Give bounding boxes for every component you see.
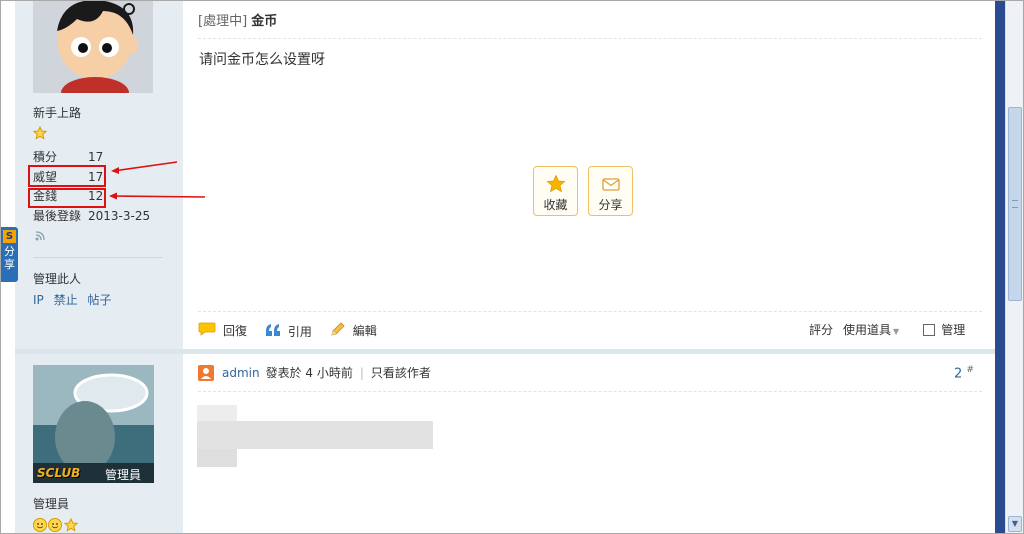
manage-user-label: 管理此人 <box>33 272 82 286</box>
annotation-box-prestige <box>28 165 106 187</box>
forum-thread-page: 新手上路 積分 17 威望 17 金錢 12 最後登錄 2013-3-25 管理此人 I… <box>0 0 1024 534</box>
manage-ip-link[interactable]: IP <box>33 293 44 307</box>
rate-link[interactable]: 評分 <box>809 321 833 338</box>
share-side-tab[interactable]: S 分享 <box>1 227 18 282</box>
redacted-content <box>197 449 237 467</box>
post-body: 请问金币怎么设置呀 <box>199 52 325 68</box>
post-action-bar: 回復 引用 編輯 <box>198 321 391 340</box>
floor-value: 2 <box>954 366 963 382</box>
star-icon <box>534 174 577 194</box>
user-icon <box>198 364 214 381</box>
share-logo-badge: S <box>3 230 16 243</box>
scroll-down-arrow-icon[interactable]: ▼ <box>1008 516 1022 532</box>
author-avatar[interactable] <box>33 1 153 93</box>
redacted-content <box>197 405 237 421</box>
floor-number[interactable]: 2 # <box>954 365 974 381</box>
quote-label: 引用 <box>287 325 312 339</box>
post-right-actions: 評分 使用道具 ▼ 管理 <box>809 321 965 338</box>
manage-user-links: IP 禁止 帖子 <box>33 291 117 308</box>
quote-button[interactable]: 引用 <box>265 323 312 340</box>
post2-header-divider <box>198 391 982 392</box>
reply-button[interactable]: 回復 <box>198 321 247 340</box>
share-tab-label: 分享 <box>4 245 15 271</box>
favorite-button[interactable]: 收藏 <box>533 166 578 216</box>
speech-bubble-icon <box>198 321 216 340</box>
title-divider <box>198 38 982 39</box>
annotation-box-money <box>28 188 106 208</box>
post2-author-link[interactable]: admin <box>222 366 260 380</box>
use-tools-label: 使用道具 <box>843 323 892 337</box>
favorite-label: 收藏 <box>543 198 568 212</box>
manage-posts-link[interactable]: 帖子 <box>87 293 111 307</box>
post2-time: 發表於 4 小時前 <box>265 366 353 380</box>
pencil-icon <box>330 321 346 340</box>
sclub-logo: SCLUB <box>37 466 81 480</box>
sidebar-divider <box>33 257 163 258</box>
separator: | <box>359 365 364 380</box>
vertical-scrollbar[interactable]: ▼ <box>1005 1 1023 533</box>
use-tools-menu[interactable]: 使用道具 ▼ <box>843 321 899 338</box>
manage-ban-link[interactable]: 禁止 <box>54 293 78 307</box>
thread-status-tag[interactable]: [處理中] <box>198 14 247 29</box>
rss-icon[interactable] <box>35 231 45 244</box>
only-author-link[interactable]: 只看該作者 <box>371 364 431 381</box>
scrollbar-thumb[interactable] <box>1008 107 1022 301</box>
post-separator <box>15 349 995 354</box>
stat-last-login: 最後登錄 2013-3-25 <box>33 208 151 223</box>
edit-button[interactable]: 編輯 <box>330 321 377 340</box>
star-icon <box>32 125 48 143</box>
quote-icon <box>265 323 281 340</box>
envelope-icon <box>589 174 632 194</box>
admin-usergroup: 管理員 <box>33 497 70 511</box>
share-label: 分享 <box>598 198 623 212</box>
share-button[interactable]: 分享 <box>588 166 633 216</box>
redacted-content <box>197 421 433 449</box>
post2-header: admin 發表於 4 小時前 | 只看該作者 <box>198 364 431 381</box>
page-border-bar <box>995 1 1005 533</box>
reply-label: 回復 <box>223 324 248 338</box>
manage-checkbox-label: 管理 <box>941 323 966 337</box>
chevron-down-icon: ▼ <box>893 327 900 336</box>
edit-label: 編輯 <box>352 324 377 338</box>
author-usergroup: 新手上路 <box>33 106 82 120</box>
thread-title: [處理中] 金币 <box>198 10 277 29</box>
scrollbar-grip-icon <box>1012 200 1018 208</box>
annotation-arrows <box>109 161 206 200</box>
post-footer-divider <box>198 311 982 312</box>
avatar-caption: 管理員 <box>105 468 142 482</box>
manage-checkbox[interactable] <box>923 323 936 336</box>
rank-icons <box>33 517 81 533</box>
floor-mark: # <box>966 365 974 375</box>
thread-title-text: 金币 <box>251 14 278 29</box>
